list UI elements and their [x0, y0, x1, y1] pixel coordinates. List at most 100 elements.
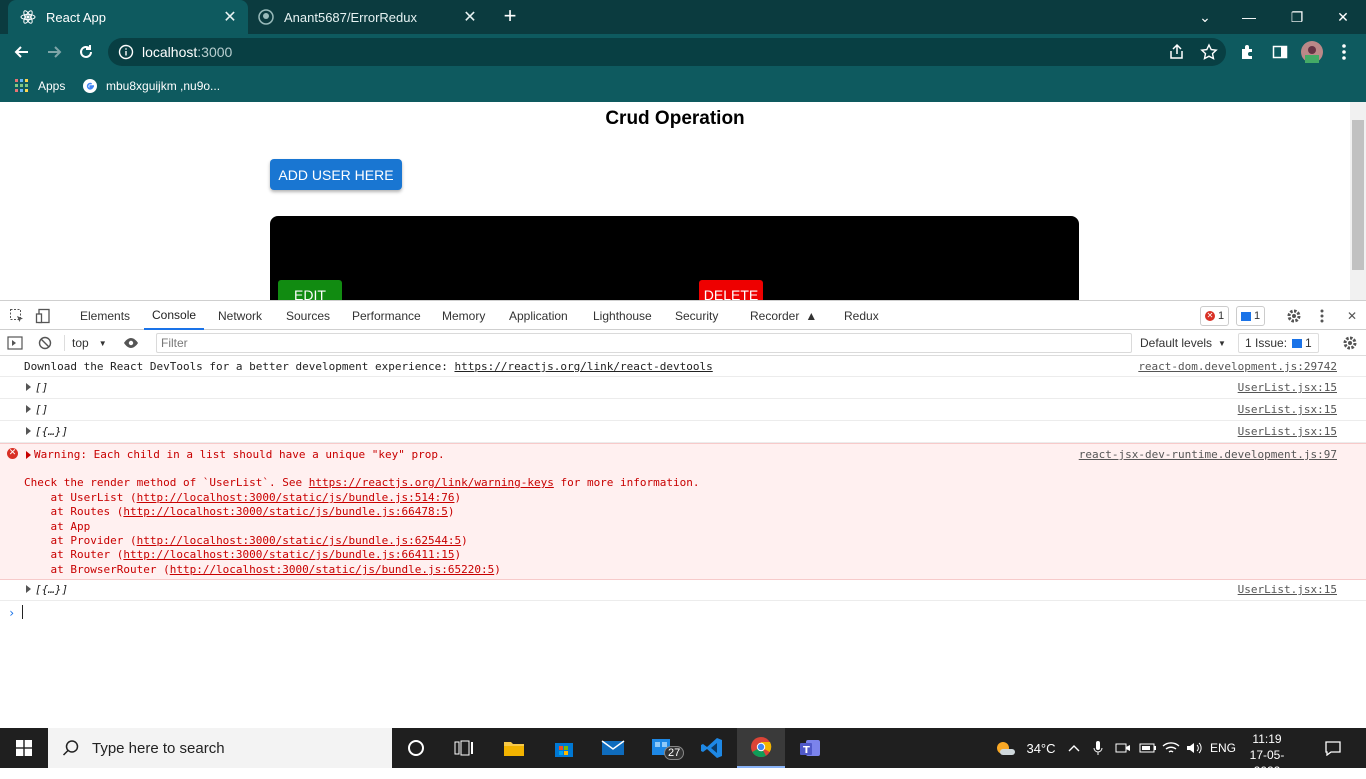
tab-security[interactable]: Security [667, 301, 726, 330]
error-count-badge[interactable]: ✕ 1 [1200, 306, 1230, 326]
menu-kebab-icon[interactable] [1332, 40, 1356, 64]
log-levels-select[interactable]: Default levels ▼ [1140, 336, 1226, 350]
expand-triangle-icon[interactable] [26, 585, 31, 593]
profile-avatar[interactable] [1300, 40, 1324, 64]
sidebar-toggle-icon[interactable] [6, 334, 24, 352]
source-link[interactable]: react-jsx-dev-runtime.development.js:97 [1079, 448, 1337, 461]
store-icon[interactable] [540, 728, 588, 768]
context-select[interactable]: top ▼ [72, 336, 107, 350]
windows-taskbar: Type here to search 27 T 34°C ENG 11:19 … [0, 728, 1366, 778]
tab-redux[interactable]: Redux [836, 301, 887, 330]
wifi-icon[interactable] [1160, 728, 1182, 768]
reload-button[interactable] [74, 40, 98, 64]
devtools-menu-icon[interactable] [1313, 307, 1331, 325]
issue-icon [1292, 338, 1303, 348]
add-user-button[interactable]: ADD USER HERE [270, 159, 402, 190]
vscode-icon[interactable] [688, 728, 736, 768]
tab-memory[interactable]: Memory [434, 301, 493, 330]
tray-chevron-up-icon[interactable] [1064, 728, 1084, 768]
warning-keys-link[interactable]: https://reactjs.org/link/warning-keys [309, 476, 554, 489]
info-icon[interactable] [118, 44, 134, 60]
cortana-icon[interactable] [392, 728, 440, 768]
console-settings-gear-icon[interactable] [1341, 334, 1359, 352]
stack-link[interactable]: http://localhost:3000/static/js/bundle.j… [137, 491, 455, 504]
tab-network[interactable]: Network [210, 301, 270, 330]
expand-triangle-icon[interactable] [26, 383, 31, 391]
close-tab-icon[interactable]: ✕ [218, 7, 242, 27]
close-tab-icon[interactable]: ✕ [458, 7, 482, 27]
expand-triangle-icon[interactable] [26, 427, 31, 435]
message-count-badge[interactable]: 1 [1236, 306, 1266, 326]
stack-link[interactable]: http://localhost:3000/static/js/bundle.j… [123, 505, 448, 518]
back-button[interactable] [10, 40, 34, 64]
address-bar[interactable]: localhost:3000 [108, 38, 1226, 66]
filter-input[interactable]: Filter [156, 333, 1132, 353]
chrome-icon[interactable] [737, 728, 785, 768]
camera-icon[interactable] [1112, 728, 1134, 768]
device-toolbar-icon[interactable] [34, 307, 52, 325]
weather-widget[interactable]: 34°C [990, 728, 1060, 768]
issues-button[interactable]: 1 Issue: 1 [1238, 333, 1319, 353]
source-link[interactable]: UserList.jsx:15 [1238, 583, 1337, 596]
page-scrollbar[interactable] [1350, 102, 1366, 300]
tab-github[interactable]: Anant5687/ErrorRedux ✕ [248, 0, 488, 34]
task-view-icon[interactable] [440, 728, 488, 768]
notification-center-icon[interactable] [1318, 728, 1348, 768]
taskbar-search[interactable]: Type here to search [48, 728, 392, 768]
source-link[interactable]: UserList.jsx:15 [1238, 381, 1337, 394]
teams-icon[interactable]: T [786, 728, 834, 768]
stack-frame: at Provider (http://localhost:3000/stati… [24, 534, 468, 547]
minimize-button[interactable]: — [1226, 0, 1272, 34]
tab-search-icon[interactable]: ⌄ [1182, 0, 1228, 34]
volume-icon[interactable] [1184, 728, 1206, 768]
file-explorer-icon[interactable] [490, 728, 538, 768]
tab-sources[interactable]: Sources [278, 301, 338, 330]
console-message: [] UserList.jsx:15 [0, 377, 1366, 399]
tab-application[interactable]: Application [501, 301, 576, 330]
bookmark-google[interactable]: mbu8xguijkm ,nu9o... [82, 76, 220, 96]
tab-recorder[interactable]: Recorder ▲ [742, 301, 825, 330]
eye-icon[interactable] [122, 334, 140, 352]
tab-performance[interactable]: Performance [344, 301, 429, 330]
mail-icon[interactable] [589, 728, 637, 768]
expand-triangle-icon[interactable] [26, 451, 31, 459]
close-window-button[interactable]: ✕ [1320, 0, 1366, 34]
extensions-icon[interactable] [1236, 40, 1260, 64]
settings-gear-icon[interactable] [1285, 307, 1303, 325]
start-button[interactable] [0, 728, 48, 768]
console-message: [] UserList.jsx:15 [0, 399, 1366, 421]
delete-button[interactable]: DELETE [699, 280, 763, 300]
new-tab-button[interactable]: + [498, 4, 522, 28]
tab-console[interactable]: Console [144, 301, 205, 330]
close-devtools-icon[interactable]: ✕ [1343, 307, 1361, 325]
console-link[interactable]: https://reactjs.org/link/react-devtools [454, 360, 712, 373]
stack-link[interactable]: http://localhost:3000/static/js/bundle.j… [137, 534, 462, 547]
taskbar-clock[interactable]: 11:19 17-05-2022 [1240, 731, 1294, 779]
tab-lighthouse[interactable]: Lighthouse [585, 301, 660, 330]
outlook-icon[interactable]: 27 [638, 728, 686, 768]
tab-elements[interactable]: Elements [72, 301, 138, 330]
inspect-element-icon[interactable] [8, 307, 26, 325]
language-indicator[interactable]: ENG [1208, 728, 1238, 768]
browser-toolbar: localhost:3000 [0, 34, 1366, 70]
bookmark-apps[interactable]: Apps [14, 76, 65, 96]
battery-icon[interactable] [1136, 728, 1160, 768]
tab-react-app[interactable]: React App ✕ [8, 0, 248, 34]
source-link[interactable]: UserList.jsx:15 [1238, 403, 1337, 416]
restore-button[interactable]: ❐ [1274, 0, 1320, 34]
console-input[interactable] [22, 605, 23, 619]
clear-console-icon[interactable] [36, 334, 54, 352]
source-link[interactable]: react-dom.development.js:29742 [1138, 360, 1337, 373]
microphone-icon[interactable] [1088, 728, 1108, 768]
source-link[interactable]: UserList.jsx:15 [1238, 425, 1337, 438]
console-prompt-icon: › [8, 606, 16, 620]
stack-link[interactable]: http://localhost:3000/static/js/bundle.j… [170, 563, 495, 576]
edit-button[interactable]: EDIT [278, 280, 342, 300]
share-icon[interactable] [1168, 43, 1186, 61]
bookmark-star-icon[interactable] [1200, 43, 1218, 61]
expand-triangle-icon[interactable] [26, 405, 31, 413]
side-panel-icon[interactable] [1268, 40, 1292, 64]
forward-button[interactable] [42, 40, 66, 64]
weather-sun-icon [994, 739, 1016, 757]
stack-link[interactable]: http://localhost:3000/static/js/bundle.j… [123, 548, 454, 561]
